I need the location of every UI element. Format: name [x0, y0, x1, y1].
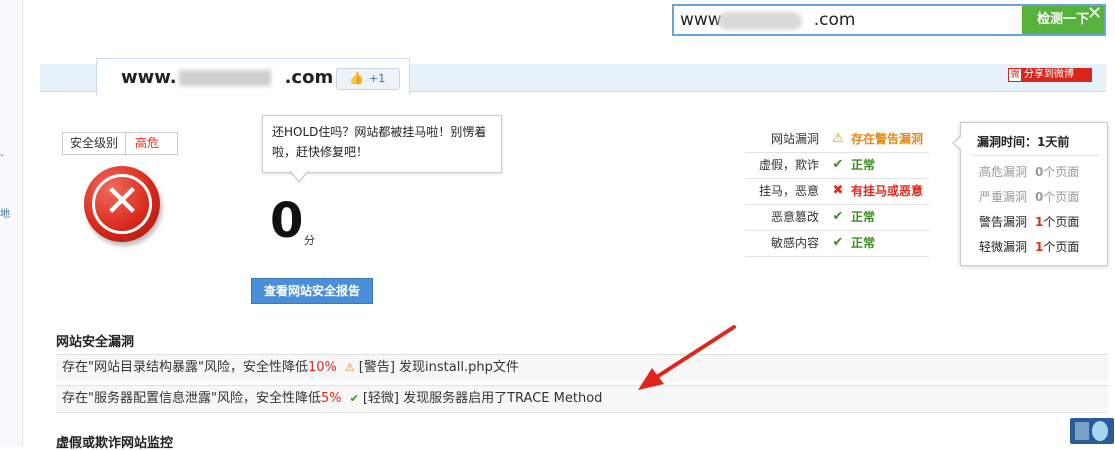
redacted-blur: [179, 70, 271, 86]
vuln-type-label: 严重漏洞: [979, 190, 1028, 204]
share-weibo-button[interactable]: 微分享到微博: [1008, 68, 1092, 82]
vuln-risk-text: 存在"服务器配置信息泄露"风险，安全性降低: [62, 391, 321, 406]
gutter-mark: 地: [0, 209, 10, 220]
vulnerability-summary-panel: 漏洞时间：1天前 高危漏洞 0个页面 严重漏洞 0个页面 警告漏洞 1个页面 轻微漏洞 1个页…: [952, 122, 1108, 266]
vuln-count-row: 严重漏洞 0个页面: [979, 188, 1079, 206]
security-level-value: 高危: [135, 136, 160, 150]
vuln-unit: 个页面: [1043, 190, 1080, 204]
security-level-badge: 安全级别 高危: [62, 132, 178, 155]
vuln-count-row: 高危漏洞 0个页面: [979, 163, 1079, 181]
status-value: 存在警告漏洞: [851, 132, 924, 146]
status-value: 正常: [851, 236, 876, 250]
gutter-mark: -: [0, 150, 4, 161]
tooltip-text: 还HOLD住吗？网站都被挂马啦！别愣着啦，赶快修复吧！: [272, 125, 487, 159]
status-row: 挂马，恶意 ✖ 有挂马或恶意: [745, 179, 929, 205]
security-level-label: 安全级别: [63, 133, 126, 154]
vuln-count-row: 轻微漏洞 1个页面: [979, 238, 1079, 256]
check-icon: ✔: [832, 235, 844, 250]
vulnerability-item[interactable]: 存在"服务器配置信息泄露"风险，安全性降低5% ✔ [轻微] 发现服务器启用了TRA…: [56, 385, 1108, 413]
status-value: 正常: [851, 210, 876, 224]
section-title-fraud: 虚假或欺诈网站监控: [56, 436, 174, 451]
vuln-type-label: 轻微漏洞: [979, 240, 1028, 254]
vuln-unit: 个页面: [1043, 240, 1080, 254]
score-unit: 分: [304, 234, 315, 247]
vuln-time-heading: 漏洞时间：1天前: [977, 135, 1070, 149]
status-row: 恶意篡改 ✔ 正常: [745, 205, 929, 231]
vulnerability-list: 存在"网站目录结构暴露"风险，安全性降低10% ⚠ [警告] 发现install.p…: [56, 354, 1108, 413]
check-icon: ✔: [832, 157, 844, 172]
vuln-description: 发现服务器启用了TRACE Method: [403, 391, 603, 406]
vuln-level: [轻微]: [362, 391, 399, 406]
tray-icon[interactable]: [1070, 418, 1114, 444]
section-title-vulns: 网站安全漏洞: [56, 335, 135, 350]
status-row: 虚假，欺诈 ✔ 正常: [745, 153, 929, 179]
status-value: 有挂马或恶意: [851, 184, 924, 198]
vuln-risk-percent: 5%: [320, 391, 342, 406]
close-icon[interactable]: ✕: [1087, 3, 1102, 24]
cross-icon: ✖: [832, 183, 844, 198]
warning-icon: ⚠: [832, 131, 844, 146]
warning-icon: ⚠: [344, 361, 355, 374]
vuln-risk-text: 存在"网站目录结构暴露"风险，安全性降低: [62, 360, 308, 375]
status-row: 网站漏洞 ⚠ 存在警告漏洞: [745, 127, 929, 153]
status-key: 网站漏洞: [770, 132, 819, 146]
weibo-icon: 微: [1009, 69, 1021, 81]
status-value: 正常: [851, 158, 876, 172]
domain-search-box[interactable]: www .com 检测一下: [672, 4, 1106, 36]
vuln-level: [警告]: [358, 360, 395, 375]
left-gutter: - 地: [0, 0, 23, 446]
status-key: 虚假，欺诈: [758, 158, 819, 172]
safety-score: 0: [270, 193, 304, 249]
status-key: 挂马，恶意: [758, 184, 819, 198]
check-icon: ✔: [832, 209, 844, 224]
vuln-unit: 个页面: [1043, 215, 1080, 229]
view-report-button[interactable]: 查看网站安全报告: [251, 278, 373, 304]
thumbs-up-icon: 👍: [349, 71, 364, 85]
redacted-blur: [718, 12, 802, 30]
vuln-type-label: 高危漏洞: [979, 165, 1028, 179]
check-icon: ✔: [349, 392, 359, 405]
annotation-arrow: [638, 325, 736, 390]
status-table: 网站漏洞 ⚠ 存在警告漏洞 虚假，欺诈 ✔ 正常 挂马，恶意 ✖ 有挂马或恶意 恶意篡改 ✔ 正常 敏感…: [745, 127, 929, 257]
vuln-risk-percent: 10%: [307, 360, 337, 375]
warning-tooltip: 还HOLD住吗？网站都被挂马啦！别愣着啦，赶快修复吧！: [262, 115, 502, 183]
like-count: +1: [369, 72, 386, 85]
like-button[interactable]: 👍 +1: [336, 68, 400, 90]
danger-cross-icon: ✕: [84, 166, 160, 242]
vuln-description: 发现install.php文件: [399, 360, 519, 375]
vuln-type-label: 警告漏洞: [979, 215, 1028, 229]
vulnerability-item[interactable]: 存在"网站目录结构暴露"风险，安全性降低10% ⚠ [警告] 发现install.p…: [56, 354, 1108, 381]
status-key: 恶意篡改: [770, 210, 819, 224]
vuln-unit: 个页面: [1043, 165, 1080, 179]
status-key: 敏感内容: [770, 236, 819, 250]
vuln-count-row: 警告漏洞 1个页面: [979, 213, 1079, 231]
status-row: 敏感内容 ✔ 正常: [745, 231, 929, 257]
